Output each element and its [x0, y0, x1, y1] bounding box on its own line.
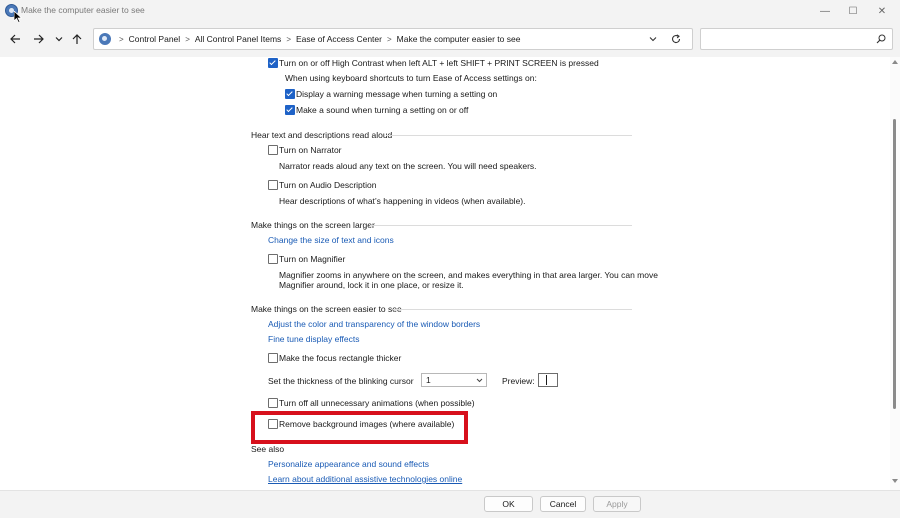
make-sound-label[interactable]: Make a sound when turning a setting on o…	[296, 105, 468, 115]
personalize-link[interactable]: Personalize appearance and sound effects	[268, 459, 429, 469]
maximize-icon: ☐	[848, 5, 858, 17]
fine-tune-link[interactable]: Fine tune display effects	[268, 334, 360, 344]
magnifier-description-line-1: Magnifier zooms in anywhere on the scree…	[279, 270, 658, 280]
back-button[interactable]	[6, 30, 24, 48]
scroll-up-icon[interactable]	[892, 60, 898, 64]
focus-rectangle-checkbox[interactable]	[268, 353, 278, 363]
change-text-size-link[interactable]: Change the size of text and icons	[268, 235, 394, 245]
breadcrumb-ease-of-access[interactable]: Ease of Access Center	[296, 34, 382, 44]
hear-text-section-header: Hear text and descriptions read aloud	[251, 130, 393, 140]
address-dropdown-button[interactable]	[646, 32, 660, 46]
breadcrumb-control-panel[interactable]: Control Panel	[129, 34, 181, 44]
breadcrumb-separator: >	[386, 34, 392, 44]
refresh-button[interactable]	[669, 32, 683, 46]
cursor-thickness-label: Set the thickness of the blinking cursor	[268, 376, 414, 386]
high-contrast-checkbox[interactable]	[268, 58, 278, 68]
cursor-thickness-select[interactable]: 1	[421, 373, 487, 387]
chevron-down-icon	[649, 37, 657, 42]
breadcrumb-all-items[interactable]: All Control Panel Items	[195, 34, 281, 44]
refresh-icon	[672, 34, 681, 44]
minimize-icon: —	[820, 5, 830, 17]
magnifier-checkbox[interactable]	[268, 254, 278, 264]
up-arrow-icon	[72, 33, 82, 44]
recent-locations-button[interactable]	[50, 30, 68, 48]
preview-label: Preview:	[502, 376, 535, 386]
scroll-thumb[interactable]	[893, 119, 896, 409]
scroll-down-icon[interactable]	[892, 479, 898, 483]
control-panel-icon	[99, 33, 111, 45]
cancel-button[interactable]: Cancel	[540, 496, 586, 512]
focus-rectangle-label[interactable]: Make the focus rectangle thicker	[279, 353, 401, 363]
up-button[interactable]	[68, 30, 86, 48]
search-icon	[876, 34, 886, 44]
easier-section-header: Make things on the screen easier to see	[251, 304, 402, 314]
section-divider	[393, 309, 632, 310]
highlight-annotation-box	[251, 411, 468, 444]
cursor-preview-box	[538, 373, 558, 387]
breadcrumb-separator: >	[119, 34, 124, 44]
make-sound-checkbox[interactable]	[285, 105, 295, 115]
audio-description-text: Hear descriptions of what’s happening in…	[279, 196, 526, 206]
window-title: Make the computer easier to see	[21, 5, 145, 15]
forward-arrow-icon	[33, 34, 44, 44]
warning-message-label[interactable]: Display a warning message when turning a…	[296, 89, 497, 99]
vertical-scrollbar[interactable]	[890, 57, 900, 490]
section-divider	[386, 135, 632, 136]
shortcut-intro-text: When using keyboard shortcuts to turn Ea…	[285, 73, 537, 83]
animations-checkbox[interactable]	[268, 398, 278, 408]
audio-description-label[interactable]: Turn on Audio Description	[279, 180, 377, 190]
breadcrumb-current[interactable]: Make the computer easier to see	[397, 34, 521, 44]
section-divider	[370, 225, 632, 226]
breadcrumb-separator: >	[185, 34, 190, 44]
narrator-description: Narrator reads aloud any text on the scr…	[279, 161, 537, 171]
forward-button[interactable]	[29, 30, 47, 48]
chevron-down-icon	[476, 378, 483, 383]
learn-more-link[interactable]: Learn about additional assistive technol…	[268, 474, 462, 484]
maximize-button[interactable]: ☐	[837, 0, 869, 22]
back-arrow-icon	[9, 34, 20, 44]
breadcrumb-separator: >	[286, 34, 291, 44]
larger-section-header: Make things on the screen larger	[251, 220, 375, 230]
cursor-thickness-value: 1	[426, 375, 431, 385]
chevron-down-icon	[55, 37, 63, 42]
see-also-section-header: See also	[251, 444, 285, 454]
close-button[interactable]: ✕	[866, 0, 898, 22]
warning-message-checkbox[interactable]	[285, 89, 295, 99]
search-input[interactable]	[700, 28, 893, 50]
title-bar: Make the computer easier to see — ☐ ✕	[0, 0, 900, 23]
apply-button[interactable]: Apply	[593, 496, 641, 512]
magnifier-label[interactable]: Turn on Magnifier	[279, 254, 345, 264]
ok-button[interactable]: OK	[484, 496, 533, 512]
narrator-label[interactable]: Turn on Narrator	[279, 145, 342, 155]
breadcrumb: > Control Panel > All Control Panel Item…	[114, 34, 520, 44]
narrator-checkbox[interactable]	[268, 145, 278, 155]
animations-label[interactable]: Turn off all unnecessary animations (whe…	[279, 398, 475, 408]
high-contrast-label[interactable]: Turn on or off High Contrast when left A…	[279, 58, 599, 68]
address-bar[interactable]: > Control Panel > All Control Panel Item…	[93, 28, 693, 50]
magnifier-description-line-2: Magnifier around, lock it in one place, …	[279, 280, 464, 290]
adjust-color-link[interactable]: Adjust the color and transparency of the…	[268, 319, 480, 329]
close-icon: ✕	[877, 5, 887, 17]
audio-description-checkbox[interactable]	[268, 180, 278, 190]
dialog-footer: OK Cancel Apply	[0, 490, 900, 518]
